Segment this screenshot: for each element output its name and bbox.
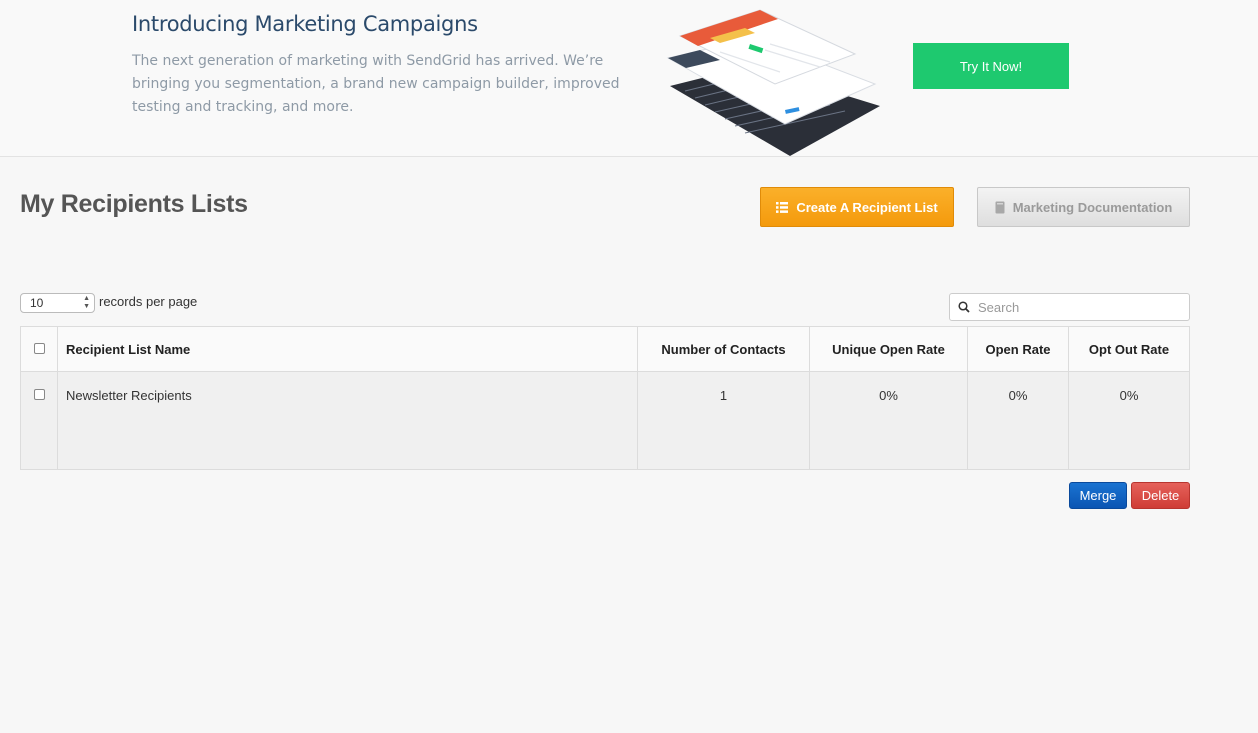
header-unique-open-rate[interactable]: Unique Open Rate (809, 326, 968, 372)
recipient-list-name[interactable]: Newsletter Recipients (57, 371, 638, 470)
table-header-row: Recipient List Name Number of Contacts U… (20, 326, 1190, 372)
search-icon (958, 301, 970, 313)
try-it-now-button[interactable]: Try It Now! (913, 43, 1069, 89)
header-recipient-list-name[interactable]: Recipient List Name (57, 326, 638, 372)
search-box[interactable] (949, 293, 1190, 321)
row-checkbox[interactable] (33, 389, 45, 400)
per-page-value: 10 (30, 296, 44, 310)
header-number-of-contacts[interactable]: Number of Contacts (637, 326, 810, 372)
table-row: Newsletter Recipients 1 0% 0% 0% (20, 371, 1190, 470)
select-arrows-icon: ▲ ▼ (83, 295, 90, 310)
search-input[interactable] (976, 298, 1180, 316)
number-of-contacts: 1 (637, 371, 810, 470)
open-rate: 0% (967, 371, 1069, 470)
delete-button[interactable]: Delete (1131, 482, 1190, 509)
list-icon (776, 201, 789, 213)
records-per-page-select[interactable]: 10 ▲ ▼ (20, 293, 95, 313)
create-recipient-list-button[interactable]: Create A Recipient List (760, 187, 954, 227)
campaign-preview-image (666, 9, 880, 156)
select-all-checkbox[interactable] (33, 342, 45, 354)
header-opt-out-rate[interactable]: Opt Out Rate (1068, 326, 1190, 372)
merge-button[interactable]: Merge (1069, 482, 1127, 509)
create-button-label: Create A Recipient List (796, 199, 938, 215)
records-per-page-label: records per page (99, 294, 198, 309)
banner-title: Introducing Marketing Campaigns (132, 12, 478, 36)
header-open-rate[interactable]: Open Rate (967, 326, 1069, 372)
campaign-banner: Introducing Marketing Campaigns The next… (0, 0, 1258, 157)
marketing-documentation-button[interactable]: Marketing Documentation (977, 187, 1190, 227)
book-icon (995, 201, 1005, 213)
row-select-cell (20, 371, 58, 470)
docs-button-label: Marketing Documentation (1012, 199, 1173, 215)
banner-description: The next generation of marketing with Se… (132, 53, 620, 115)
opt-out-rate: 0% (1068, 371, 1190, 470)
select-all-cell (20, 326, 58, 372)
recipient-lists-table: Recipient List Name Number of Contacts U… (20, 326, 1190, 470)
page-title: My Recipients Lists (20, 190, 248, 218)
unique-open-rate: 0% (809, 371, 968, 470)
